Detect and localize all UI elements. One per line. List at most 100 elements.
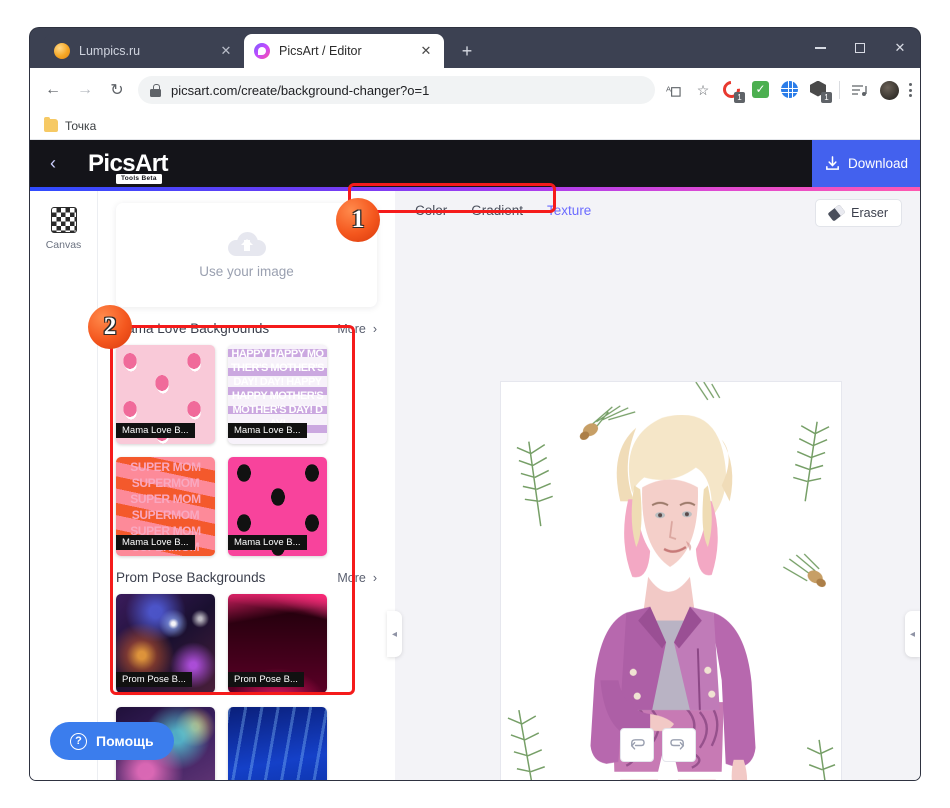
tool-rail: Canvas <box>30 191 98 780</box>
redo-button[interactable] <box>662 728 696 762</box>
question-mark-icon: ? <box>70 733 87 750</box>
background-type-tabs: Color Gradient Texture <box>415 203 591 218</box>
logo-text: PicsArt <box>88 150 168 177</box>
tab-color[interactable]: Color <box>415 203 447 218</box>
bookmark-star-icon[interactable]: ☆ <box>693 80 713 100</box>
minimize-button[interactable] <box>800 28 840 68</box>
close-window-button[interactable]: ✕ <box>880 28 920 68</box>
profile-avatar[interactable] <box>880 81 899 100</box>
chevron-right-icon: › <box>373 571 377 585</box>
rail-item-canvas[interactable]: Canvas <box>30 207 97 251</box>
more-link-prom-pose[interactable]: More › <box>337 571 377 585</box>
tab-label: Lumpics.ru <box>79 44 218 58</box>
section-header-mama-love: Mama Love Backgrounds More › <box>98 307 395 345</box>
close-icon[interactable]: ✕ <box>218 43 234 59</box>
more-label: More <box>337 322 365 336</box>
thumbnail-caption: Mama Love B... <box>116 535 195 550</box>
app-header: ‹ PicsArt Tools Beta Download <box>30 140 920 187</box>
opera-vpn-extension-icon[interactable]: 1 <box>723 81 742 100</box>
window-controls: ✕ <box>800 28 920 68</box>
picsart-app: ‹ PicsArt Tools Beta Download Canvas <box>30 140 920 780</box>
eraser-button[interactable]: Eraser <box>815 199 902 227</box>
section-title: Mama Love Backgrounds <box>116 321 269 336</box>
cloud-upload-icon <box>228 232 266 256</box>
browser-tab-lumpics[interactable]: Lumpics.ru ✕ <box>44 34 244 68</box>
logo-badge: Tools Beta <box>116 174 162 184</box>
eraser-label: Eraser <box>851 206 888 220</box>
thumbnail-caption: Mama Love B... <box>228 535 307 550</box>
browser-toolbar: ← → ↻ picsart.com/create/background-chan… <box>30 68 920 112</box>
back-button[interactable]: ← <box>38 75 68 105</box>
adblock-check-extension-icon[interactable]: ✓ <box>752 81 771 100</box>
section-title: Prom Pose Backgrounds <box>116 570 265 585</box>
download-button[interactable]: Download <box>812 140 920 187</box>
close-icon[interactable]: ✕ <box>418 43 434 59</box>
chevron-left-icon: ◂ <box>910 629 915 640</box>
editor-tabbar: Color Gradient Texture Eraser <box>395 191 920 237</box>
download-label: Download <box>848 156 908 171</box>
bookmark-item-tochka[interactable]: Точка <box>65 119 96 133</box>
history-controls <box>395 728 920 762</box>
eraser-icon <box>828 204 846 221</box>
collapse-right-panel-handle[interactable]: ◂ <box>905 611 920 657</box>
globe-extension-icon[interactable] <box>781 81 800 100</box>
background-thumbnail[interactable]: Prom Pose B... <box>116 594 215 693</box>
checkerboard-icon <box>51 207 77 233</box>
artwork-illustration <box>501 382 841 780</box>
background-thumbnail[interactable]: SUPER MOM SUPERMOM SUPER MOM SUPERMOM SU… <box>116 457 215 556</box>
toolbar-icons: A ☆ 1 ✓ 1 <box>663 80 912 100</box>
package-extension-icon[interactable]: 1 <box>810 81 829 100</box>
screenshot-root: Lumpics.ru ✕ PicsArt / Editor ✕ + ✕ ← → … <box>0 0 950 808</box>
browser-tab-picsart[interactable]: PicsArt / Editor ✕ <box>244 34 444 68</box>
media-list-icon[interactable] <box>850 80 870 100</box>
back-arrow-icon[interactable]: ‹ <box>30 153 76 174</box>
tab-label: PicsArt / Editor <box>279 44 418 58</box>
annotation-badge-2: 2 <box>88 305 132 349</box>
rail-item-label: Canvas <box>46 239 82 251</box>
chevron-left-icon: ◂ <box>392 629 397 640</box>
extension-badge: 1 <box>821 92 832 103</box>
picsart-logo[interactable]: PicsArt Tools Beta <box>88 150 168 178</box>
background-thumbnail[interactable] <box>228 707 327 780</box>
lock-icon <box>150 84 161 97</box>
more-link-mama-love[interactable]: More › <box>337 322 377 336</box>
background-thumbnail[interactable]: Mama Love B... <box>228 457 327 556</box>
new-tab-button[interactable]: + <box>455 40 479 64</box>
forward-button[interactable]: → <box>70 75 100 105</box>
thumbnail-caption: Mama Love B... <box>116 423 195 438</box>
maximize-button[interactable] <box>840 28 880 68</box>
help-label: Помощь <box>96 733 154 749</box>
toolbar-divider <box>839 81 840 99</box>
reload-button[interactable]: ↻ <box>102 75 132 105</box>
thumbnail-caption: Prom Pose B... <box>228 672 304 687</box>
chevron-right-icon: › <box>373 322 377 336</box>
folder-icon <box>44 119 58 132</box>
upload-label: Use your image <box>199 264 294 279</box>
download-icon <box>824 155 841 172</box>
annotation-badge-1: 1 <box>336 198 380 242</box>
thumbnail-grid-mama-love: Mama Love B... HAPPY HAPPY MOTHER'S MOTH… <box>98 345 395 556</box>
backgrounds-panel[interactable]: Use your image Mama Love Backgrounds Mor… <box>98 191 395 780</box>
help-button[interactable]: ? Помощь <box>50 722 174 760</box>
address-bar[interactable]: picsart.com/create/background-changer?o=… <box>138 76 655 104</box>
thumbnail-caption: Prom Pose B... <box>116 672 192 687</box>
background-thumbnail[interactable]: Prom Pose B... <box>228 594 327 693</box>
chrome-menu-icon[interactable] <box>909 83 912 97</box>
url-text: picsart.com/create/background-changer?o=… <box>171 83 643 98</box>
tab-strip: Lumpics.ru ✕ PicsArt / Editor ✕ + ✕ <box>30 28 920 68</box>
tab-gradient[interactable]: Gradient <box>471 203 523 218</box>
tab-texture[interactable]: Texture <box>547 203 591 218</box>
section-header-prom-pose: Prom Pose Backgrounds More › <box>98 556 395 594</box>
more-label: More <box>337 571 365 585</box>
undo-button[interactable] <box>620 728 654 762</box>
collapse-left-panel-handle[interactable]: ◂ <box>387 611 402 657</box>
translate-icon[interactable]: A <box>663 80 683 100</box>
svg-text:A: A <box>666 84 671 93</box>
artboard[interactable] <box>500 381 842 780</box>
browser-window: Lumpics.ru ✕ PicsArt / Editor ✕ + ✕ ← → … <box>30 28 920 780</box>
thumbnail-grid-prom-pose: Prom Pose B... Prom Pose B... <box>98 594 395 693</box>
background-thumbnail[interactable]: Mama Love B... <box>116 345 215 444</box>
extension-badge: 1 <box>734 92 745 103</box>
background-thumbnail[interactable]: HAPPY HAPPY MOTHER'S MOTHER'S DAY! DAY! … <box>228 345 327 444</box>
bookmarks-bar: Точка <box>30 112 920 140</box>
